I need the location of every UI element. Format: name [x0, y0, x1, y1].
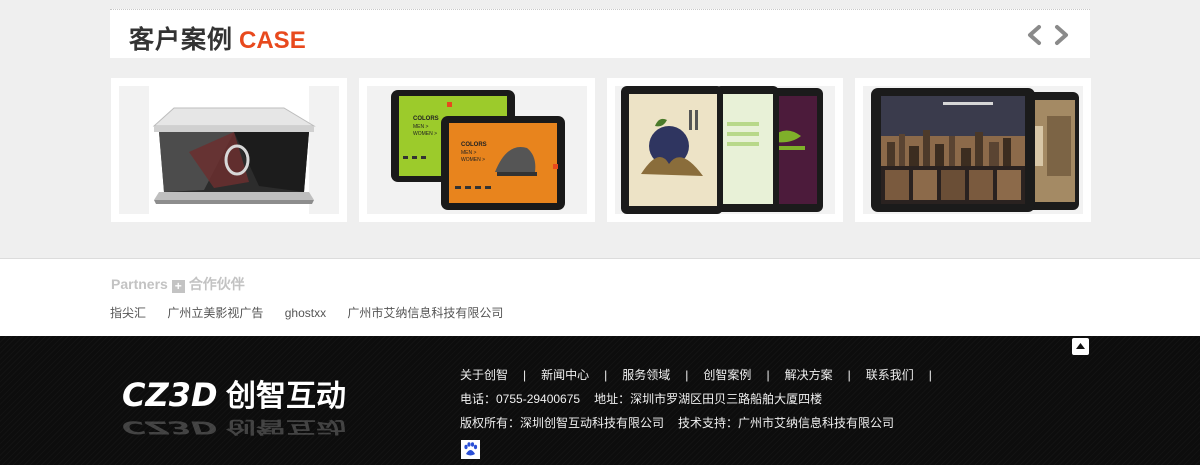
- case-image-shoe-tablets[interactable]: COLORS MEN > WOMEN > COLORS MEN > WOMEN …: [367, 86, 587, 214]
- case-header: 客户案例 CASE: [110, 9, 1090, 58]
- case-section: 客户案例 CASE COLORS MEN > WOMEN > COLORS ME…: [0, 0, 1200, 258]
- footer-nav-services[interactable]: 服务领域: [622, 368, 670, 382]
- logo-text-en: CZ3D: [122, 376, 218, 414]
- svg-text:COLORS: COLORS: [413, 116, 439, 122]
- partner-link[interactable]: 广州市艾纳信息科技有限公司: [347, 306, 503, 320]
- case-item[interactable]: [607, 78, 843, 222]
- case-image-pyramid[interactable]: [119, 86, 339, 214]
- case-carousel-nav: [1024, 24, 1072, 46]
- baidu-paw-icon[interactable]: [461, 440, 480, 459]
- partner-link[interactable]: ghostxx: [285, 306, 326, 320]
- footer-address: 地址：深圳市罗湖区田贝三路船舶大厦四楼: [594, 392, 823, 406]
- footer-support: 技术支持：广州市艾纳信息科技有限公司: [678, 416, 895, 430]
- footer: CZ3D 创智互动 CZ3D 创智互动 关于创智 | 新闻中心 | 服务领域 | 创智案例 |…: [0, 336, 1200, 465]
- case-title-cn: 客户案例: [129, 26, 234, 54]
- svg-text:WOMEN >: WOMEN >: [413, 131, 437, 137]
- footer-nav: 关于创智 | 新闻中心 | 服务领域 | 创智案例 | 解决方案 | 联系我们 |: [460, 366, 947, 383]
- logo[interactable]: CZ3D 创智互动 CZ3D 创智互动: [122, 376, 362, 437]
- partner-link[interactable]: 指尖汇: [110, 306, 146, 320]
- nav-separator: |: [928, 368, 932, 382]
- footer-nav-news[interactable]: 新闻中心: [541, 368, 589, 382]
- partners-section: Partners + 合作伙伴 指尖汇 广州立美影视广告 ghostxx 广州市艾纳…: [0, 258, 1200, 337]
- logo-text-cn: 创智互动: [225, 379, 346, 414]
- footer-phone: 电话：0755-29400675: [460, 392, 581, 406]
- case-title-en: CASE: [239, 27, 306, 54]
- nav-separator: |: [766, 368, 770, 382]
- back-to-top-icon[interactable]: [1072, 338, 1089, 355]
- case-title: 客户案例 CASE: [129, 20, 306, 54]
- logo-reflection-en: CZ3D: [122, 417, 217, 436]
- partners-links: 指尖汇 广州立美影视广告 ghostxx 广州市艾纳信息科技有限公司: [110, 304, 521, 321]
- nav-separator: |: [847, 368, 851, 382]
- case-item[interactable]: COLORS MEN > WOMEN > COLORS MEN > WOMEN …: [359, 78, 595, 222]
- footer-nav-contact[interactable]: 联系我们: [866, 368, 914, 382]
- footer-copyright-line: 版权所有：深圳创智互动科技有限公司 技术支持：广州市艾纳信息科技有限公司: [460, 414, 894, 431]
- partner-link[interactable]: 广州立美影视广告: [167, 306, 263, 320]
- chevron-left-icon[interactable]: [1024, 24, 1046, 46]
- case-item[interactable]: [855, 78, 1091, 222]
- footer-nav-solutions[interactable]: 解决方案: [785, 368, 833, 382]
- chevron-right-icon[interactable]: [1050, 24, 1072, 46]
- nav-separator: |: [685, 368, 689, 382]
- plus-icon: +: [171, 280, 185, 293]
- nav-separator: |: [523, 368, 527, 382]
- footer-contact-line: 电话：0755-29400675 地址：深圳市罗湖区田贝三路船舶大厦四楼: [460, 390, 822, 407]
- partners-title-en: Partners: [111, 276, 168, 292]
- case-image-city-tablets[interactable]: [863, 86, 1083, 214]
- case-item[interactable]: [111, 78, 347, 222]
- partners-title-cn: 合作伙伴: [188, 276, 245, 292]
- case-image-brochure-tablets[interactable]: [615, 86, 835, 214]
- footer-nav-cases[interactable]: 创智案例: [703, 368, 751, 382]
- svg-text:WOMEN >: WOMEN >: [461, 157, 485, 163]
- footer-nav-about[interactable]: 关于创智: [460, 368, 508, 382]
- partners-title: Partners + 合作伙伴: [111, 274, 245, 294]
- svg-text:MEN >: MEN >: [461, 150, 477, 156]
- footer-copyright: 版权所有：深圳创智互动科技有限公司: [460, 416, 665, 430]
- svg-text:COLORS: COLORS: [461, 142, 487, 148]
- svg-text:MEN >: MEN >: [413, 124, 429, 130]
- nav-separator: |: [604, 368, 608, 382]
- logo-reflection-cn: 创智互动: [225, 417, 346, 436]
